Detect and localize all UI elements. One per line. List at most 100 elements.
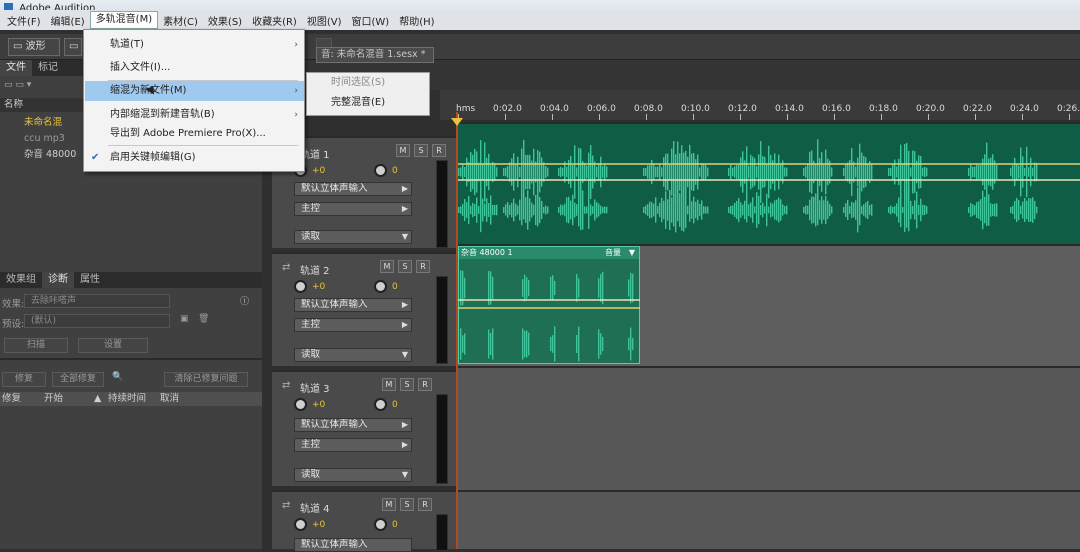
record-button[interactable]: R	[432, 144, 446, 157]
waveform-bar	[738, 163, 740, 181]
session-tab[interactable]: 音: 未命名混音 1.sesx *	[316, 47, 434, 63]
input-select[interactable]: 默认立体声输入 ▶	[294, 298, 412, 312]
input-select[interactable]: 默认立体声输入	[294, 538, 412, 552]
menu-multitrack[interactable]: 多轨混音(M)	[89, 11, 159, 29]
waveform-bar	[558, 168, 560, 176]
record-button[interactable]: R	[418, 498, 432, 511]
waveform-bar	[526, 277, 528, 299]
waveform-bar	[823, 164, 825, 180]
tab-effects-rack[interactable]: 效果组	[0, 272, 42, 288]
ruler-tick	[1022, 114, 1023, 120]
menu-item-insert-file[interactable]: 插入文件(I)...	[85, 58, 304, 78]
waveform-bar	[541, 200, 543, 220]
repair-all-button[interactable]: 全部修复	[52, 372, 104, 387]
submenu-entire-session[interactable]: 完整混音(E)	[307, 93, 429, 113]
menu-favorites[interactable]: 收藏夹(R)	[247, 13, 302, 28]
menu-effects[interactable]: 效果(S)	[203, 13, 247, 28]
effect-select[interactable]: 去除咔嗒声	[24, 294, 170, 308]
menu-view[interactable]: 视图(V)	[302, 13, 347, 28]
delete-preset-icon[interactable]: 🗑	[198, 314, 209, 324]
playhead-marker-icon[interactable]	[451, 118, 463, 126]
pan-value[interactable]: 0	[392, 520, 398, 530]
volume-knob-icon[interactable]	[294, 280, 307, 293]
volume-value[interactable]: +0	[312, 282, 325, 292]
multitrack-view-button[interactable]: ▭	[64, 38, 82, 56]
track-name[interactable]: 轨道 2	[300, 262, 330, 277]
tab-markers[interactable]: 标记	[32, 60, 64, 76]
input-select[interactable]: 默认立体声输入 ▶	[294, 418, 412, 432]
output-select[interactable]: 主控 ▶	[294, 202, 412, 216]
volume-value[interactable]: +0	[312, 166, 325, 176]
track-name[interactable]: 轨道 4	[300, 500, 330, 515]
solo-button[interactable]: S	[400, 498, 414, 511]
pan-knob-icon[interactable]	[374, 280, 387, 293]
menu-window[interactable]: 窗口(W)	[347, 13, 395, 28]
playhead[interactable]	[456, 112, 458, 549]
automation-mode-select[interactable]: 读取 ▼	[294, 348, 412, 362]
mute-button[interactable]: M	[382, 498, 396, 511]
scan-button[interactable]: 扫描	[4, 338, 68, 353]
volume-knob-icon[interactable]	[294, 398, 307, 411]
waveform-bar	[988, 194, 990, 226]
repair-button[interactable]: 修复	[2, 372, 46, 387]
mute-button[interactable]: M	[380, 260, 394, 273]
waveform-bar	[580, 189, 582, 231]
preset-select[interactable]: (默认)	[24, 314, 170, 328]
waveform-view-button[interactable]: ▭ 波形	[8, 38, 60, 56]
menu-item-export-premiere[interactable]: 导出到 Adobe Premiere Pro(X)...	[85, 124, 304, 144]
track-header-3: ⇄ 轨道 3 M S R +0 0 默认立体声输入 ▶ 主控 ▶ 读取 ▼	[272, 370, 458, 486]
menu-item-keyframe-editing[interactable]: ✔ 启用关键帧编辑(G)	[85, 148, 304, 168]
menu-clip[interactable]: 素材(C)	[158, 13, 203, 28]
volume-value[interactable]: +0	[312, 400, 325, 410]
tab-diagnostics[interactable]: 诊断	[42, 272, 74, 288]
menu-edit[interactable]: 编辑(E)	[46, 13, 90, 28]
automation-mode-select[interactable]: 读取 ▼	[294, 468, 412, 482]
output-select[interactable]: 主控 ▶	[294, 318, 412, 332]
pan-knob-icon[interactable]	[374, 398, 387, 411]
waveform-bar	[496, 204, 498, 216]
solo-button[interactable]: S	[398, 260, 412, 273]
solo-button[interactable]: S	[414, 144, 428, 157]
waveform-bar	[728, 207, 730, 213]
track-lane-4[interactable]	[458, 490, 1080, 549]
save-preset-icon[interactable]: ▣	[180, 314, 189, 324]
waveform-bar	[1010, 207, 1012, 213]
tab-properties[interactable]: 属性	[74, 272, 106, 288]
pan-value[interactable]: 0	[392, 400, 398, 410]
clear-repaired-button[interactable]: 清除已修复问题	[164, 372, 248, 387]
settings-button[interactable]: 设置	[78, 338, 148, 353]
waveform-bar	[509, 205, 511, 215]
menu-help[interactable]: 帮助(H)	[394, 13, 439, 28]
volume-knob-icon[interactable]	[294, 518, 307, 531]
ruler-tick-label: 0:14.0	[775, 104, 804, 114]
submenu-time-selection[interactable]: 时间选区(S)	[307, 73, 429, 93]
ruler-tick-label: 0:08.0	[634, 104, 663, 114]
pan-knob-icon[interactable]	[374, 164, 387, 177]
record-button[interactable]: R	[418, 378, 432, 391]
timeline-ruler[interactable]: hms 0:02.0 0:04.0 0:06.0 0:08.0 0:10.0 0:12.0 0…	[440, 90, 1080, 120]
pan-knob-icon[interactable]	[374, 518, 387, 531]
files-toolbar-icons[interactable]: ▭ ▭ ▾	[4, 80, 74, 94]
pan-value[interactable]: 0	[392, 282, 398, 292]
solo-button[interactable]: S	[400, 378, 414, 391]
menu-item-tracks[interactable]: 轨道(T) ›	[85, 35, 304, 55]
input-select[interactable]: 默认立体声输入 ▶	[294, 182, 412, 196]
volume-value[interactable]: +0	[312, 520, 325, 530]
tab-files[interactable]: 文件	[0, 60, 32, 76]
pan-value[interactable]: 0	[392, 166, 398, 176]
waveform-bar	[517, 205, 519, 215]
mute-button[interactable]: M	[382, 378, 396, 391]
info-icon[interactable]: ⓘ	[240, 294, 249, 307]
output-select[interactable]: 主控 ▶	[294, 438, 412, 452]
menu-item-mixdown-new-file[interactable]: 缩混为新文件(M) ›	[85, 81, 304, 101]
track-lane-3[interactable]	[458, 366, 1080, 490]
track-name[interactable]: 轨道 3	[300, 380, 330, 395]
record-button[interactable]: R	[416, 260, 430, 273]
automation-mode-select[interactable]: 读取 ▼	[294, 230, 412, 244]
waveform-bar	[821, 152, 823, 192]
mute-button[interactable]: M	[396, 144, 410, 157]
ruler-tick-label: 0:22.0	[963, 104, 992, 114]
menu-item-bounce-new-track[interactable]: 内部缩混到新建音轨(B) ›	[85, 105, 304, 125]
zoom-icon[interactable]: 🔍	[112, 372, 123, 382]
menu-file[interactable]: 文件(F)	[2, 13, 46, 28]
